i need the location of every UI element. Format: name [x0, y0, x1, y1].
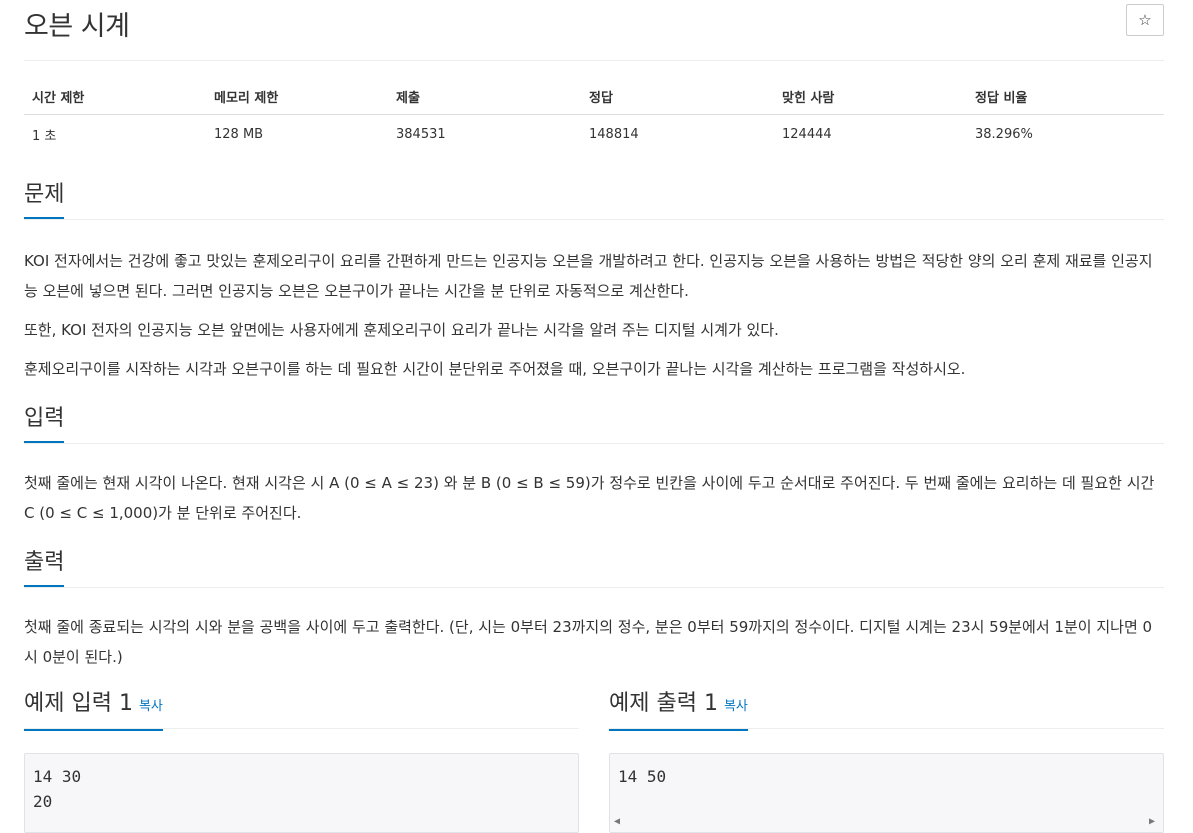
star-icon: ☆: [1138, 11, 1152, 29]
value-accepted: 148814: [589, 127, 639, 142]
info-header-row: 시간 제한 메모리 제한 제출 정답 맞힌 사람 정답 비율: [24, 78, 1164, 115]
problem-info-table: 시간 제한 메모리 제한 제출 정답 맞힌 사람 정답 비율 1 초 128 M…: [24, 78, 1164, 152]
description-paragraph: 훈제오리구이를 시작하는 시각과 오븐구이를 하는 데 필요한 시간이 분단위로…: [24, 360, 966, 378]
input-section: 입력 첫째 줄에는 현재 시각이 나온다. 현재 시각은 시 A (0 ≤ A …: [24, 405, 1164, 528]
section-title: 문제: [24, 181, 65, 219]
sample-input-line: 20: [33, 792, 53, 811]
sample-output-box[interactable]: 14 50 ◀ ▶: [609, 753, 1164, 833]
section-header: 출력: [24, 549, 1164, 588]
sample-output-section: 예제 출력 1 복사 14 50 ◀ ▶: [609, 690, 1164, 833]
problem-page: 오븐 시계 ☆ 시간 제한 메모리 제한 제출 정답 맞힌 사람 정답 비율 1…: [24, 0, 1164, 833]
sample-input-box[interactable]: 14 30 20: [24, 753, 579, 833]
value-time-limit: 1 초: [32, 129, 57, 144]
input-description: 첫째 줄에는 현재 시각이 나온다. 현재 시각은 시 A (0 ≤ A ≤ 2…: [24, 474, 1155, 522]
scroll-left-icon[interactable]: ◀: [614, 816, 624, 828]
copy-sample-input-button[interactable]: 복사: [139, 699, 163, 714]
title-row: 오븐 시계 ☆: [24, 0, 1164, 61]
section-header: 문제: [24, 181, 1164, 220]
sample-input-line: 14 30: [33, 767, 82, 786]
header-solved-users: 맞힌 사람: [774, 78, 967, 115]
section-title: 출력: [24, 549, 65, 587]
value-accuracy: 38.296%: [975, 127, 1033, 142]
info-value-row: 1 초 128 MB 384531 148814 124444 38.296%: [24, 115, 1164, 153]
header-accuracy: 정답 비율: [967, 78, 1164, 115]
sample-input-title: 예제 입력 1: [24, 691, 133, 716]
header-accepted: 정답: [581, 78, 774, 115]
section-title: 입력: [24, 405, 65, 443]
output-section: 출력 첫째 줄에 종료되는 시각의 시와 분을 공백을 사이에 두고 출력한다.…: [24, 549, 1164, 672]
star-button[interactable]: ☆: [1126, 4, 1164, 36]
header-time-limit: 시간 제한: [24, 78, 206, 115]
section-title: 예제 출력 1 복사: [609, 690, 748, 731]
value-submissions: 384531: [396, 127, 446, 142]
header-memory-limit: 메모리 제한: [206, 78, 388, 115]
sample-output-title: 예제 출력 1: [609, 691, 718, 716]
page-title: 오븐 시계: [24, 11, 130, 42]
problem-description-section: 문제 KOI 전자에서는 건강에 좋고 맛있는 훈제오리구이 요리를 간편하게 …: [24, 181, 1164, 384]
copy-sample-output-button[interactable]: 복사: [724, 699, 748, 714]
description-paragraph: 또한, KOI 전자의 인공지능 오븐 앞면에는 사용자에게 훈제오리구이 요리…: [24, 321, 779, 339]
value-solved-users: 124444: [782, 127, 832, 142]
horizontal-scrollbar[interactable]: ◀ ▶: [614, 816, 1159, 828]
section-header: 예제 입력 1 복사: [24, 690, 579, 731]
description-paragraph: KOI 전자에서는 건강에 좋고 맛있는 훈제오리구이 요리를 간편하게 만드는…: [24, 252, 1153, 300]
value-memory-limit: 128 MB: [214, 127, 264, 142]
sample-input-section: 예제 입력 1 복사 14 30 20: [24, 690, 579, 833]
section-title: 예제 입력 1 복사: [24, 690, 163, 731]
section-header: 예제 출력 1 복사: [609, 690, 1164, 731]
section-header: 입력: [24, 405, 1164, 444]
header-submissions: 제출: [388, 78, 581, 115]
output-description: 첫째 줄에 종료되는 시각의 시와 분을 공백을 사이에 두고 출력한다. (단…: [24, 618, 1153, 666]
scroll-right-icon[interactable]: ▶: [1149, 816, 1159, 828]
sample-output-line: 14 50: [618, 767, 667, 786]
